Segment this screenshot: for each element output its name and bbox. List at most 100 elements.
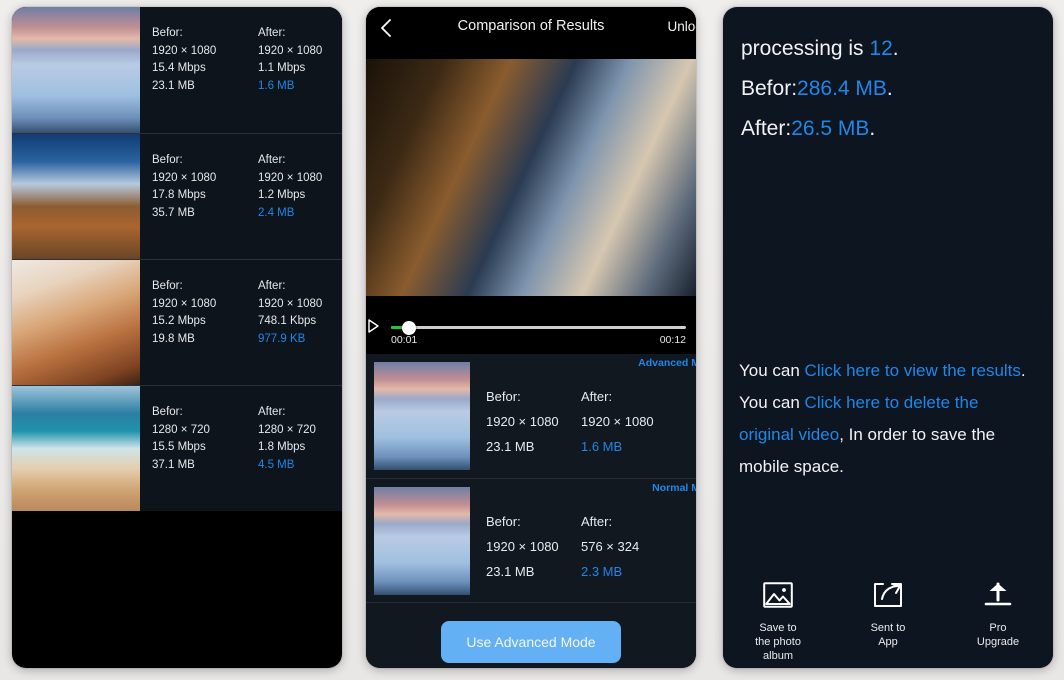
comparison-after-column: After: 1920 × 1080 1.6 MB (581, 384, 676, 470)
result-row[interactable]: Befor: 1920 × 1080 17.8 Mbps 35.7 MB After: 1… (12, 133, 342, 259)
before-bitrate: 15.2 Mbps (152, 315, 206, 327)
before-size: 23.1 MB (152, 79, 195, 92)
after-size: 2.4 MB (258, 206, 295, 219)
before-label: Befor: (152, 154, 183, 166)
before-size: 37.1 MB (152, 458, 195, 471)
photo-album-icon (758, 576, 798, 614)
after-label: After: (258, 154, 286, 166)
result-before-column: Befor: 1920 × 1080 17.8 Mbps 35.7 MB (152, 152, 258, 259)
after-bitrate: 748.1 Kbps (258, 315, 317, 327)
before-total-line: Befor:286.4 MB. (741, 69, 1035, 109)
before-size: 19.8 MB (152, 332, 195, 345)
comparison-info: Befor: 1920 × 1080 23.1 MB After: 576 × 324 2… (470, 487, 696, 594)
result-thumbnail (12, 7, 140, 133)
result-thumbnail (12, 386, 140, 511)
after-suffix: . (869, 117, 876, 140)
before-resolution: 1280 × 720 (152, 423, 210, 436)
result-after-column: After: 1280 × 720 1.8 Mbps 4.5 MB (258, 404, 342, 511)
comparison-footer: Use Advanced Mode (366, 602, 696, 668)
after-total-value: 26.5 MB (791, 117, 870, 140)
before-suffix: . (886, 77, 893, 100)
comparison-row[interactable]: Normal M Befor: 1920 × 1080 23.1 MB After: 57… (366, 478, 696, 602)
result-after-column: After: 1920 × 1080 1.1 Mbps 1.6 MB (258, 25, 342, 133)
result-thumbnail (12, 134, 140, 259)
comparison-header: Comparison of Results Unloc (366, 7, 696, 49)
unlock-button[interactable]: Unloc (667, 19, 696, 34)
result-info: Befor: 1920 × 1080 17.8 Mbps 35.7 MB After: 1… (140, 134, 342, 259)
processing-suffix: . (892, 37, 899, 60)
comparison-after-column: After: 576 × 324 2.3 MB (581, 509, 676, 594)
after-label: After: (581, 389, 613, 404)
before-size: 35.7 MB (152, 206, 195, 219)
page-title: Comparison of Results (457, 18, 605, 34)
after-resolution: 1920 × 1080 (258, 44, 323, 57)
result-before-column: Befor: 1280 × 720 15.5 Mbps 37.1 MB (152, 404, 258, 511)
before-resolution: 1920 × 1080 (152, 44, 217, 57)
sent-to-app-button[interactable]: Sent to App (833, 564, 943, 668)
result-before-column: Befor: 1920 × 1080 15.2 Mbps 19.8 MB (152, 278, 258, 385)
after-label: After: (258, 27, 286, 39)
use-advanced-mode-button[interactable]: Use Advanced Mode (441, 621, 621, 663)
view-results-suffix: . (1020, 361, 1026, 380)
before-label: Befor: (486, 389, 521, 404)
comparison-panel: Comparison of Results Unloc 00:01 00:12 … (366, 7, 696, 668)
save-to-photo-album-label: Save to the photo album (755, 622, 801, 662)
current-time-label: 00:01 (391, 334, 418, 346)
screenshot-stage: Befor: 1920 × 1080 15.4 Mbps 23.1 MB After: 1… (0, 0, 1064, 680)
result-before-column: Befor: 1920 × 1080 15.4 Mbps 23.1 MB (152, 25, 258, 133)
processing-count-line: processing is 12. (741, 29, 1035, 69)
before-bitrate: 15.4 Mbps (152, 62, 206, 74)
share-to-app-icon (868, 576, 908, 614)
after-size: 977.9 KB (258, 332, 306, 345)
result-row[interactable]: Befor: 1280 × 720 15.5 Mbps 37.1 MB After: 12… (12, 385, 342, 511)
results-list-panel: Befor: 1920 × 1080 15.4 Mbps 23.1 MB After: 1… (12, 7, 342, 668)
after-resolution: 1920 × 1080 (581, 414, 654, 429)
upload-arrow-icon (978, 576, 1018, 614)
view-results-prefix: You can (739, 361, 805, 380)
processing-prefix: processing is (741, 37, 870, 60)
video-progress-slider[interactable] (391, 320, 686, 335)
comparison-thumbnail (374, 362, 470, 470)
after-size: 1.6 MB (581, 439, 623, 454)
before-size: 23.1 MB (486, 564, 535, 579)
before-resolution: 1920 × 1080 (152, 297, 217, 310)
comparison-info: Befor: 1920 × 1080 23.1 MB After: 1920 × 108… (470, 362, 696, 470)
comparison-mode-tag: Advanced M (638, 357, 696, 369)
summary-instructions: You can Click here to view the results. … (723, 355, 1053, 483)
after-total-line: After:26.5 MB. (741, 109, 1035, 149)
total-time-label: 00:12 (659, 334, 686, 346)
before-bitrate: 17.8 Mbps (152, 189, 206, 201)
summary-headline: processing is 12. Befor:286.4 MB. After:… (723, 7, 1053, 149)
result-info: Befor: 1920 × 1080 15.2 Mbps 19.8 MB After: 1… (140, 260, 342, 385)
comparison-row[interactable]: Advanced M Befor: 1920 × 1080 23.1 MB After:… (366, 354, 696, 478)
result-after-column: After: 1920 × 1080 748.1 Kbps 977.9 KB (258, 278, 342, 385)
save-to-photo-album-button[interactable]: Save to the photo album (723, 564, 833, 668)
result-row[interactable]: Befor: 1920 × 1080 15.2 Mbps 19.8 MB After: 1… (12, 259, 342, 385)
after-resolution: 576 × 324 (581, 539, 640, 554)
before-label: Befor: (152, 27, 183, 39)
pro-upgrade-button[interactable]: Pro Upgrade (943, 564, 1053, 668)
result-after-column: After: 1920 × 1080 1.2 Mbps 2.4 MB (258, 152, 342, 259)
video-preview[interactable] (366, 49, 696, 311)
summary-panel: processing is 12. Befor:286.4 MB. After:… (723, 7, 1053, 668)
after-resolution: 1920 × 1080 (258, 297, 323, 310)
progress-knob[interactable] (401, 320, 416, 335)
after-size: 4.5 MB (258, 458, 295, 471)
after-bitrate: 1.1 Mbps (258, 62, 306, 74)
before-resolution: 1920 × 1080 (486, 414, 559, 429)
after-resolution: 1920 × 1080 (258, 171, 323, 184)
before-size: 23.1 MB (486, 439, 535, 454)
before-resolution: 1920 × 1080 (152, 171, 217, 184)
result-row[interactable]: Befor: 1920 × 1080 15.4 Mbps 23.1 MB After: 1… (12, 7, 342, 133)
view-results-link[interactable]: Click here to view the results (805, 361, 1021, 380)
processing-count: 12 (869, 37, 893, 60)
after-bitrate: 1.2 Mbps (258, 189, 306, 201)
before-label: Befor: (741, 77, 798, 100)
play-icon[interactable] (368, 319, 379, 333)
result-info: Befor: 1920 × 1080 15.4 Mbps 23.1 MB After: 1… (140, 7, 342, 133)
before-bitrate: 15.5 Mbps (152, 441, 206, 453)
before-resolution: 1920 × 1080 (486, 539, 559, 554)
video-frame-image (366, 59, 696, 296)
after-label: After: (581, 514, 613, 529)
video-controls: 00:01 00:12 (366, 311, 696, 354)
